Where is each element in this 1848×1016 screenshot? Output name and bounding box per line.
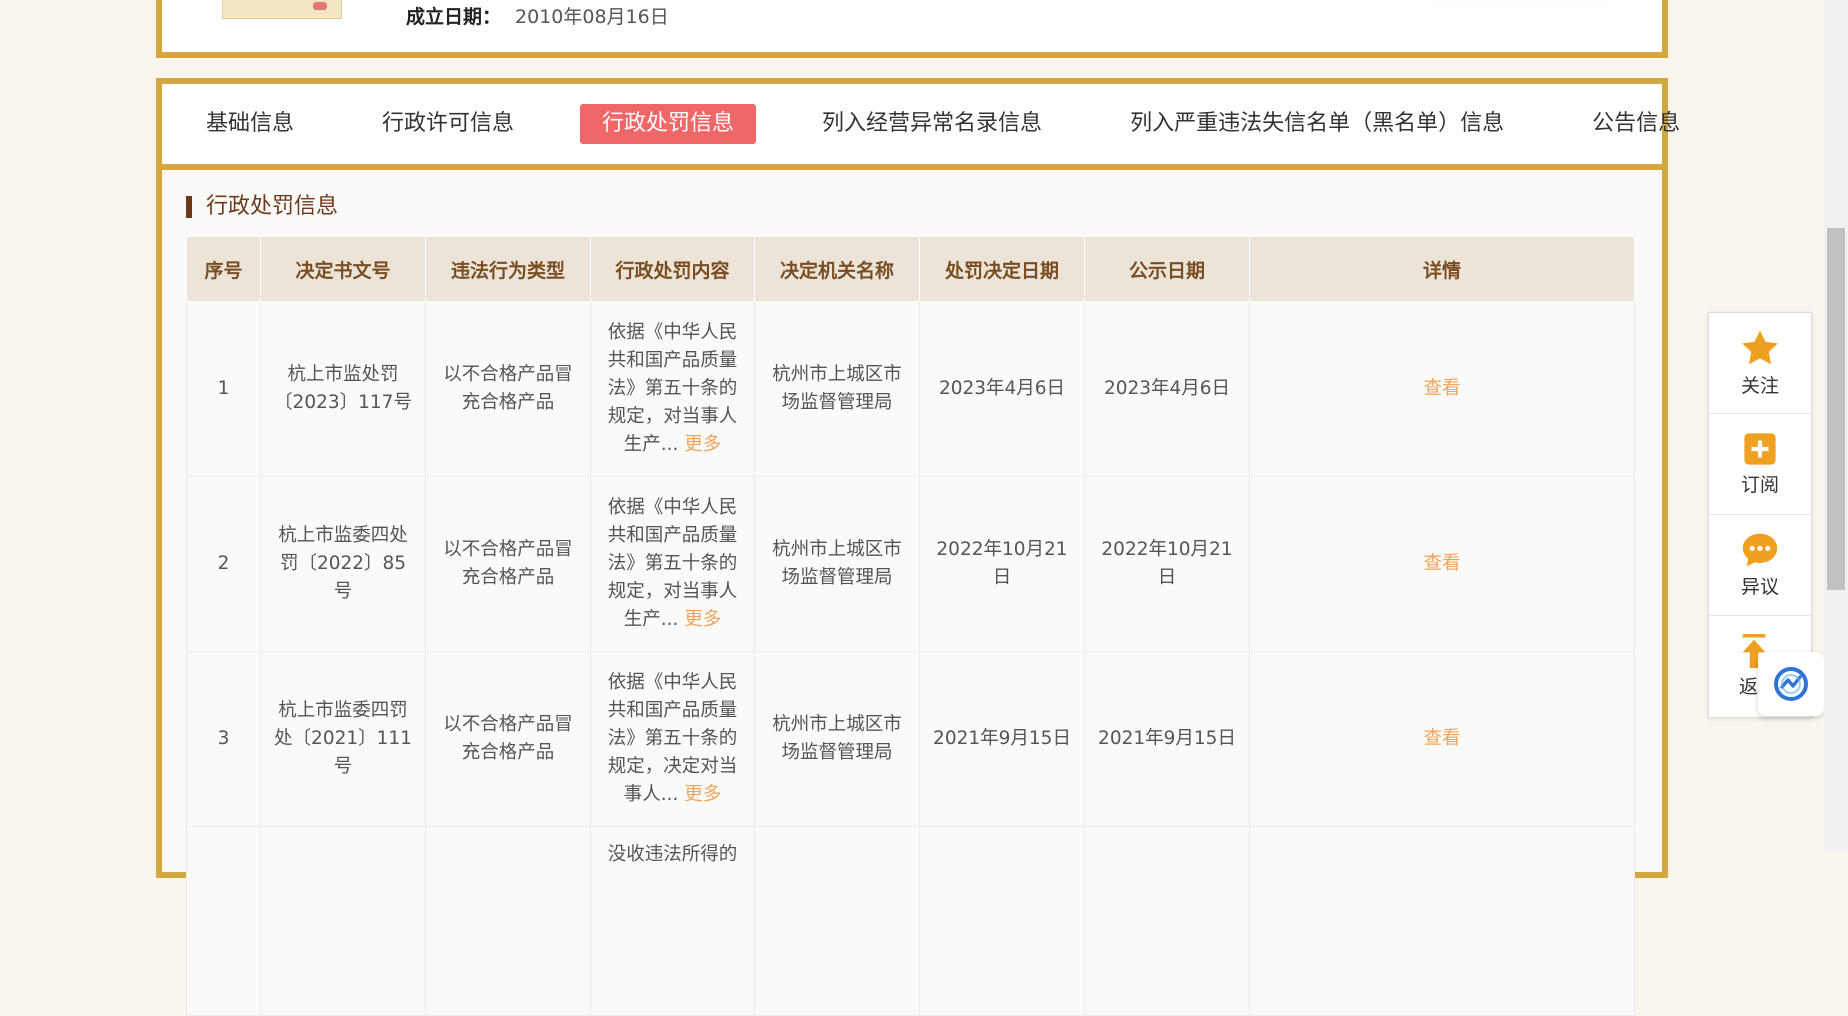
- header-violation-type: 违法行为类型: [425, 236, 591, 302]
- chat-bubble-icon: [1742, 533, 1778, 566]
- follow-button[interactable]: 关注: [1709, 313, 1811, 414]
- company-logo: [222, 0, 342, 19]
- cell-decision-date: 2022年10月21日: [919, 476, 1085, 652]
- assistant-button[interactable]: [1758, 652, 1824, 716]
- header-doc-no: 决定书文号: [260, 236, 426, 302]
- cell-violation-type: 以不合格产品冒充合格产品: [425, 476, 591, 652]
- established-label: 成立日期：: [406, 6, 502, 28]
- cell-violation-type: [425, 826, 591, 1016]
- more-link[interactable]: 更多: [684, 609, 721, 630]
- cell-authority: [754, 826, 920, 1016]
- tab-announcements[interactable]: 公告信息: [1570, 104, 1702, 144]
- header-decision-date: 处罚决定日期: [919, 236, 1085, 302]
- cell-penalty-content: 没收违法所得的: [590, 826, 755, 1016]
- penalty-table: 序号 决定书文号 违法行为类型 行政处罚内容 决定机关名称 处罚决定日期 公示日…: [186, 236, 1635, 1016]
- cell-doc-no: 杭上市监委四处罚〔2022〕85号: [260, 476, 426, 652]
- page-scrollbar[interactable]: [1824, 0, 1848, 852]
- cell-doc-no: 杭上市监处罚〔2023〕117号: [260, 301, 426, 477]
- subscribe-button[interactable]: 订阅: [1709, 414, 1811, 515]
- info-tabs: 基础信息 行政许可信息 行政处罚信息 列入经营异常名录信息 列入严重违法失信名单…: [162, 84, 1680, 170]
- tab-blacklist[interactable]: 列入严重违法失信名单（黑名单）信息: [1108, 104, 1526, 144]
- table-row: 没收违法所得的: [186, 826, 1635, 1016]
- cell-no: [186, 826, 261, 1016]
- plus-square-icon: [1744, 432, 1776, 465]
- cell-authority: 杭州市上城区市场监督管理局: [754, 651, 920, 827]
- cell-doc-no: [260, 826, 426, 1016]
- cell-no: 2: [186, 476, 261, 652]
- cell-penalty-content: 依据《中华人民共和国产品质量法》第五十条的规定，决定对当事人... 更多: [590, 651, 755, 827]
- view-link[interactable]: 查看: [1423, 378, 1460, 399]
- header-authority: 决定机关名称: [754, 236, 920, 302]
- scrollbar-thumb[interactable]: [1827, 228, 1845, 590]
- cell-authority: 杭州市上城区市场监督管理局: [754, 301, 920, 477]
- penalty-info-card: 基础信息 行政许可信息 行政处罚信息 列入经营异常名录信息 列入严重违法失信名单…: [156, 78, 1680, 1016]
- header-publish-date: 公示日期: [1084, 236, 1250, 302]
- back-to-top-label: 返: [1739, 675, 1759, 698]
- table-row: 1 杭上市监处罚〔2023〕117号 以不合格产品冒充合格产品 依据《中华人民共…: [186, 301, 1635, 477]
- objection-label: 异议: [1740, 575, 1779, 598]
- cell-detail: [1249, 826, 1635, 1016]
- cell-violation-type: 以不合格产品冒充合格产品: [425, 651, 591, 827]
- cell-detail: 查看: [1249, 651, 1635, 827]
- cell-decision-date: [919, 826, 1085, 1016]
- header-penalty-content: 行政处罚内容: [590, 236, 755, 302]
- cell-decision-date: 2023年4月6日: [919, 301, 1085, 477]
- cell-penalty-content: 依据《中华人民共和国产品质量法》第五十条的规定，对当事人生产... 更多: [590, 301, 755, 477]
- table-row: 3 杭上市监委四罚处〔2021〕111号 以不合格产品冒充合格产品 依据《中华人…: [186, 651, 1635, 827]
- table-header-row: 序号 决定书文号 违法行为类型 行政处罚内容 决定机关名称 处罚决定日期 公示日…: [186, 236, 1635, 302]
- more-link[interactable]: 更多: [684, 434, 721, 455]
- cell-penalty-content: 依据《中华人民共和国产品质量法》第五十条的规定，对当事人生产... 更多: [590, 476, 755, 652]
- cell-no: 3: [186, 651, 261, 827]
- star-icon: [1742, 329, 1778, 364]
- cell-decision-date: 2021年9月15日: [919, 651, 1085, 827]
- table-row: 2 杭上市监委四处罚〔2022〕85号 以不合格产品冒充合格产品 依据《中华人民…: [186, 476, 1635, 652]
- cell-authority: 杭州市上城区市场监督管理局: [754, 476, 920, 652]
- follow-label: 关注: [1740, 374, 1779, 397]
- header-detail: 详情: [1249, 236, 1635, 302]
- company-info-card: 成立日期： 2010年08月16日: [156, 0, 1668, 58]
- cell-publish-date: 2023年4月6日: [1084, 301, 1250, 477]
- tab-basic-info[interactable]: 基础信息: [184, 104, 316, 144]
- cell-publish-date: [1084, 826, 1250, 1016]
- established-value: 2010年08月16日: [515, 6, 669, 28]
- subscribe-label: 订阅: [1740, 473, 1779, 496]
- cell-detail: 查看: [1249, 476, 1635, 652]
- cell-detail: 查看: [1249, 301, 1635, 477]
- objection-button[interactable]: 异议: [1709, 515, 1811, 616]
- tab-admin-penalty[interactable]: 行政处罚信息: [580, 104, 757, 144]
- penalty-content-text: 没收违法所得的: [607, 844, 738, 865]
- view-link[interactable]: 查看: [1423, 728, 1460, 749]
- assistant-logo-icon: [1774, 667, 1808, 701]
- established-date: 成立日期： 2010年08月16日: [406, 2, 669, 29]
- tab-admin-license[interactable]: 行政许可信息: [360, 104, 536, 144]
- header-no: 序号: [186, 236, 261, 302]
- more-link[interactable]: 更多: [684, 784, 721, 805]
- tab-abnormal-list[interactable]: 列入经营异常名录信息: [800, 104, 1064, 144]
- cell-violation-type: 以不合格产品冒充合格产品: [425, 301, 591, 477]
- section-title: 行政处罚信息: [186, 196, 338, 218]
- cell-doc-no: 杭上市监委四罚处〔2021〕111号: [260, 651, 426, 827]
- cell-no: 1: [186, 301, 261, 477]
- cell-publish-date: 2022年10月21日: [1084, 476, 1250, 652]
- cell-publish-date: 2021年9月15日: [1084, 651, 1250, 827]
- view-link[interactable]: 查看: [1423, 553, 1460, 574]
